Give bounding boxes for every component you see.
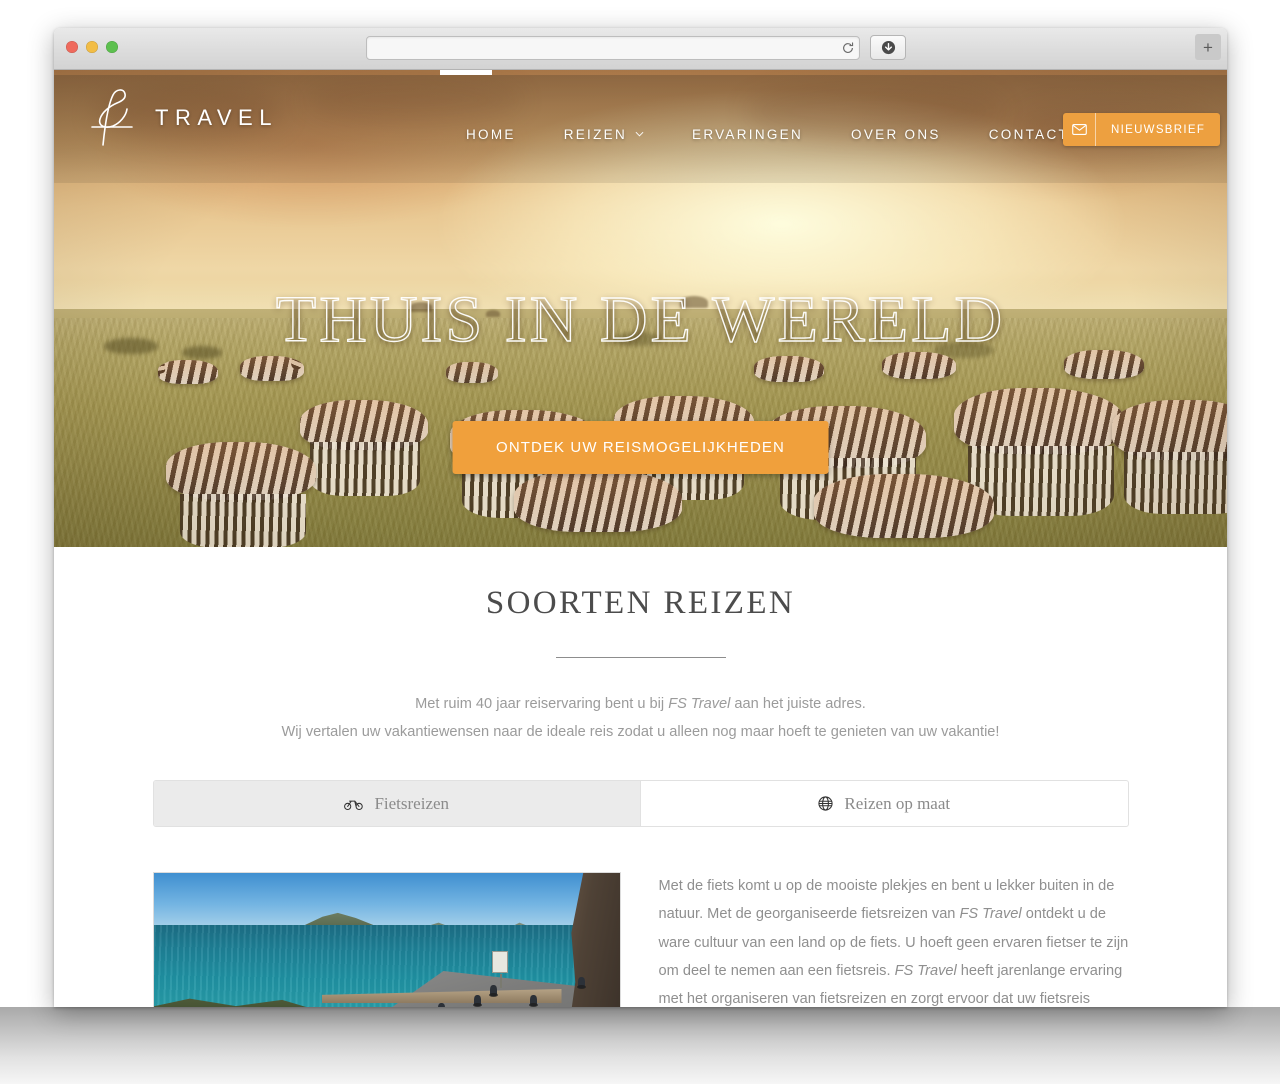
- site-header: TRAVEL HOME REIZEN ERVARINGEN OVER ONS C…: [54, 75, 1227, 183]
- cyclist: [528, 995, 538, 1007]
- panel-paragraph: Met de fiets komt u op de mooiste plekje…: [659, 872, 1129, 1007]
- bicycle-icon: [344, 798, 364, 810]
- brand-name: FS Travel: [668, 696, 731, 712]
- brand-name: FS Travel: [959, 906, 1022, 923]
- chevron-down-icon: [635, 129, 644, 140]
- zoom-window-button[interactable]: [106, 41, 118, 53]
- section-title: SOORTEN REIZEN: [485, 585, 796, 621]
- site-logo[interactable]: TRAVEL: [86, 85, 278, 151]
- nav-label: CONTACT: [988, 127, 1070, 142]
- sky: [153, 873, 620, 929]
- browser-window: + TRAVEL HOME REIZEN ERVARINGEN OVER ONS…: [54, 28, 1227, 1007]
- hero-title: THUIS IN DE WERELD: [275, 282, 1006, 356]
- window-controls[interactable]: [66, 41, 118, 53]
- nav-label: OVER ONS: [851, 127, 941, 142]
- hero-cta-button[interactable]: ONTDEK UW REISMOGELIJKHEDEN: [452, 421, 829, 474]
- newsletter-label: NIEUWSBRIEF: [1111, 123, 1206, 136]
- browser-toolbar: +: [54, 28, 1227, 70]
- page-viewport: TRAVEL HOME REIZEN ERVARINGEN OVER ONS C…: [54, 70, 1227, 1007]
- nav-item-over-ons[interactable]: OVER ONS: [827, 121, 965, 148]
- cyclist: [437, 1003, 445, 1007]
- tab-reizen-op-maat[interactable]: Reizen op maat: [640, 781, 1128, 826]
- address-bar[interactable]: [366, 36, 860, 60]
- page-top-strip: [440, 70, 492, 75]
- brand-name: FS Travel: [894, 962, 957, 979]
- minimize-window-button[interactable]: [86, 41, 98, 53]
- nav-item-ervaringen[interactable]: ERVARINGEN: [668, 121, 827, 148]
- tab-fietsreizen[interactable]: Fietsreizen: [153, 781, 640, 826]
- section-divider: [555, 657, 726, 658]
- nav-label: HOME: [466, 127, 516, 142]
- nav-item-home[interactable]: HOME: [442, 121, 540, 148]
- globe-icon: [818, 796, 833, 811]
- tab-label: Fietsreizen: [374, 793, 450, 813]
- download-icon: [881, 40, 895, 55]
- travel-type-tabs[interactable]: Fietsreizen Reizen op maat: [152, 780, 1129, 827]
- close-window-button[interactable]: [66, 41, 78, 53]
- intro-text-after: aan het juiste adres.: [730, 696, 866, 712]
- new-tab-label: +: [1203, 37, 1213, 57]
- new-tab-button[interactable]: +: [1195, 34, 1221, 60]
- nav-label: ERVARINGEN: [692, 127, 804, 142]
- cyclist: [488, 985, 498, 997]
- reload-icon[interactable]: [837, 37, 859, 59]
- logo-text: TRAVEL: [155, 105, 278, 130]
- section-intro: Met ruim 40 jaar reiservaring bent u bij…: [54, 690, 1227, 746]
- envelope-icon: [1063, 113, 1096, 146]
- window-shadow-fade: [0, 1007, 1280, 1084]
- intro-line-2: Wij vertalen uw vakantiewensen naar de i…: [281, 724, 1000, 740]
- newsletter-button[interactable]: NIEUWSBRIEF: [1063, 113, 1221, 146]
- main-navigation[interactable]: HOME REIZEN ERVARINGEN OVER ONS CONTACT: [442, 121, 1093, 148]
- nav-item-reizen[interactable]: REIZEN: [540, 121, 668, 148]
- download-button[interactable]: [870, 35, 906, 60]
- nav-label: REIZEN: [563, 127, 628, 142]
- intro-text-before: Met ruim 40 jaar reiservaring bent u bij: [415, 696, 669, 712]
- hero-section: TRAVEL HOME REIZEN ERVARINGEN OVER ONS C…: [54, 70, 1227, 547]
- road-sign: [491, 951, 508, 988]
- intro-line-1: Met ruim 40 jaar reiservaring bent u bij…: [54, 690, 1227, 718]
- cyclist: [576, 977, 586, 989]
- cyclist: [472, 995, 482, 1007]
- fs-monogram-icon: [86, 85, 142, 151]
- tab-panel: Met de fiets komt u op de mooiste plekje…: [152, 872, 1129, 1007]
- tab-label: Reizen op maat: [844, 793, 951, 813]
- panel-image: [152, 872, 621, 1007]
- content-section: SOORTEN REIZEN Met ruim 40 jaar reiserva…: [54, 547, 1227, 1007]
